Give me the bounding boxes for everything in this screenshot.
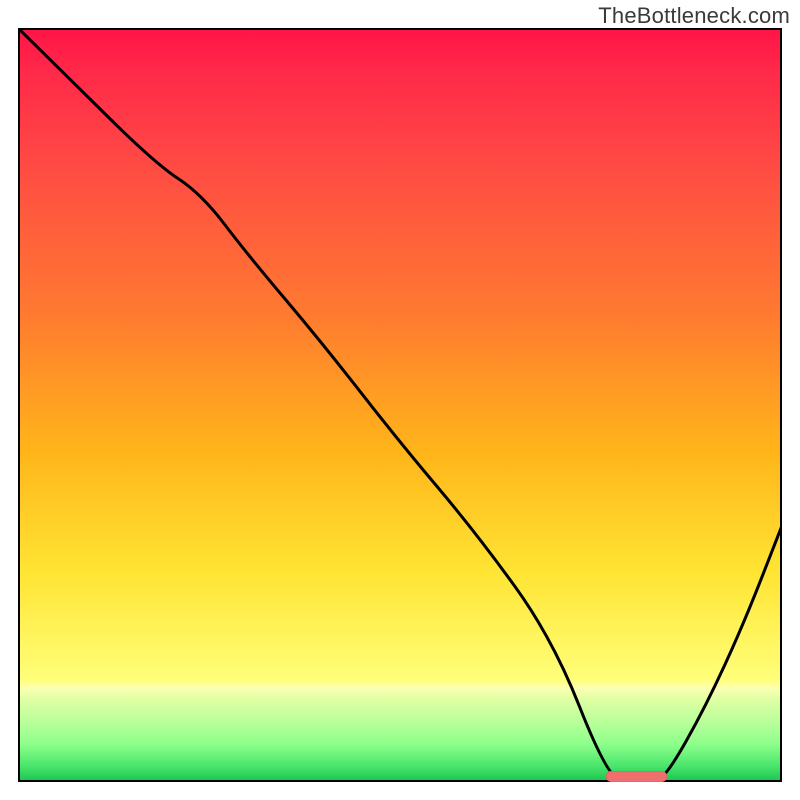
optimal-range-marker <box>606 771 667 782</box>
chart-plot-area <box>18 28 782 782</box>
watermark-text: TheBottleneck.com <box>598 3 790 29</box>
bottleneck-curve <box>18 28 782 782</box>
